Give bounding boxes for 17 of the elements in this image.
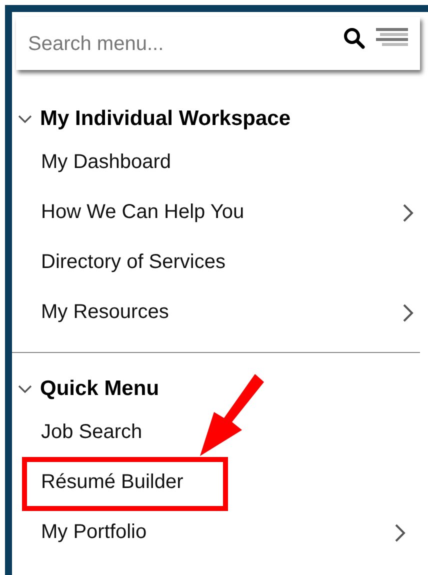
search-icon[interactable]: [342, 26, 366, 50]
menu-item[interactable]: Job Search: [41, 417, 406, 447]
menu-item[interactable]: My Resources: [41, 297, 402, 327]
chevron-down-icon[interactable]: [18, 114, 32, 124]
section-header[interactable]: Quick Menu: [40, 373, 160, 405]
chevron-down-icon[interactable]: [18, 384, 32, 394]
menu-item[interactable]: How We Can Help You: [41, 197, 402, 227]
chevron-right-icon[interactable]: [394, 523, 406, 543]
menu-item[interactable]: Directory of Services: [41, 247, 414, 277]
section-header[interactable]: My Individual Workspace: [40, 103, 291, 135]
chevron-right-icon[interactable]: [402, 303, 414, 323]
menu-item[interactable]: My Dashboard: [41, 147, 414, 177]
menu-item[interactable]: My Portfolio: [41, 517, 394, 547]
search-field[interactable]: Search menu...: [16, 17, 420, 70]
menu-item[interactable]: Résumé Builder: [41, 467, 406, 497]
chevron-right-icon[interactable]: [402, 203, 414, 223]
search-input: Search menu...: [28, 28, 342, 58]
